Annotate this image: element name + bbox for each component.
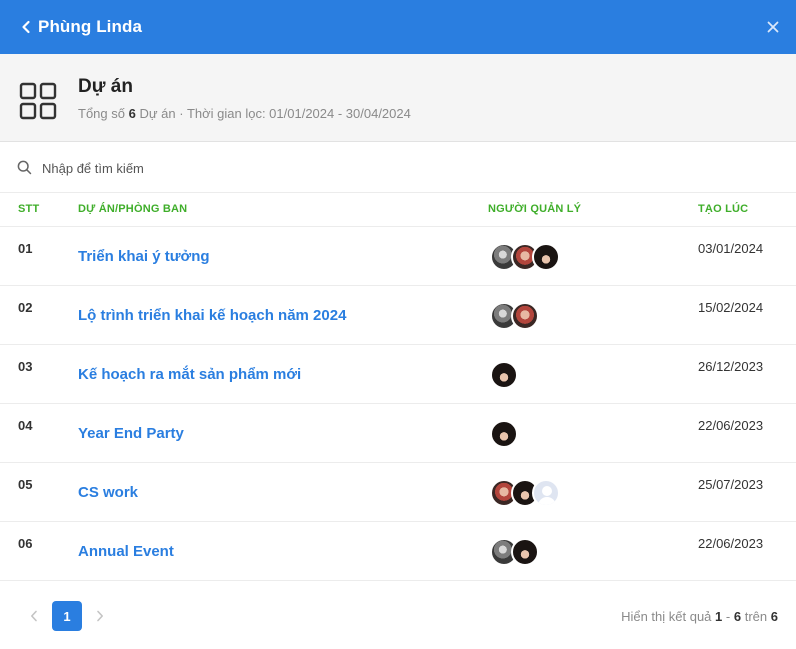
table-header: STT DỰ ÁN/PHÒNG BAN NGƯỜI QUẢN LÝ TẠO LÚ… xyxy=(0,193,796,227)
avatar[interactable] xyxy=(490,361,518,389)
pagination: 1 Hiển thị kết quả 1 - 6 trên 6 xyxy=(0,598,796,634)
project-name-link[interactable]: CS work xyxy=(78,484,138,501)
row-stt: 04 xyxy=(18,418,33,433)
result-separator: - xyxy=(725,609,731,624)
avatar[interactable] xyxy=(490,420,518,448)
row-created-date: 22/06/2023 xyxy=(698,418,764,433)
row-stt: 03 xyxy=(18,359,33,374)
search-bar xyxy=(0,143,796,193)
manager-avatars xyxy=(490,302,539,330)
row-stt: 02 xyxy=(18,300,33,315)
row-stt: 01 xyxy=(18,241,33,256)
total-suffix: Dự án · Thời gian lọc: 01/01/2024 - 30/0… xyxy=(139,106,411,121)
prev-page-button[interactable] xyxy=(27,607,41,625)
result-from: 1 xyxy=(715,609,723,624)
row-created-date: 15/02/2024 xyxy=(698,300,764,315)
table-row[interactable]: 05 CS work 25/07/2023 xyxy=(0,463,796,522)
project-name-link[interactable]: Annual Event xyxy=(78,543,174,560)
result-count: Hiển thị kết quả 1 - 6 trên 6 xyxy=(621,609,778,624)
next-page-button[interactable] xyxy=(93,607,107,625)
header-title: Phùng Linda xyxy=(38,17,143,36)
manager-avatars xyxy=(490,361,518,389)
avatar[interactable] xyxy=(532,243,560,271)
page-button-current[interactable]: 1 xyxy=(52,601,82,631)
table-row[interactable]: 02 Lộ trình triển khai kế hoạch năm 2024 1… xyxy=(0,286,796,345)
avatar[interactable] xyxy=(532,479,560,507)
result-to: 6 xyxy=(733,609,742,624)
row-created-date: 26/12/2023 xyxy=(698,359,764,374)
project-name-link[interactable]: Kế hoạch ra mắt sản phẩm mới xyxy=(78,366,301,383)
manager-avatars xyxy=(490,420,518,448)
close-icon xyxy=(767,21,779,33)
row-stt: 06 xyxy=(18,536,33,551)
row-created-date: 03/01/2024 xyxy=(698,241,764,256)
chevron-right-icon xyxy=(97,610,103,622)
result-total: 6 xyxy=(770,609,778,624)
close-button[interactable] xyxy=(766,17,780,37)
summary-subtitle: Tổng số 6 Dự án · Thời gian lọc: 01/01/2… xyxy=(78,106,411,121)
column-header-created: TẠO LÚC xyxy=(698,203,749,215)
back-button[interactable] xyxy=(18,19,34,35)
manager-avatars xyxy=(490,538,539,566)
manager-avatars xyxy=(490,479,560,507)
manager-avatars xyxy=(490,243,560,271)
table-row[interactable]: 01 Triển khai ý tưởng 03/01/2024 xyxy=(0,227,796,286)
project-summary: Dự án Tổng số 6 Dự án · Thời gian lọc: 0… xyxy=(0,54,796,142)
table-row[interactable]: 06 Annual Event 22/06/2023 xyxy=(0,522,796,581)
project-name-link[interactable]: Year End Party xyxy=(78,425,184,442)
row-stt: 05 xyxy=(18,477,33,492)
column-header-manager: NGƯỜI QUẢN LÝ xyxy=(488,203,582,215)
total-prefix: Tổng số xyxy=(78,106,125,121)
row-created-date: 22/06/2023 xyxy=(698,536,764,551)
chevron-left-icon xyxy=(22,20,30,34)
chevron-left-icon xyxy=(31,610,37,622)
result-of-label: trên xyxy=(744,609,768,624)
result-prefix: Hiển thị kết quả xyxy=(621,609,712,624)
grid-icon xyxy=(19,82,57,120)
table-row[interactable]: 04 Year End Party 22/06/2023 xyxy=(0,404,796,463)
table-row[interactable]: 03 Kế hoạch ra mắt sản phẩm mới 26/12/2023 xyxy=(0,345,796,404)
search-icon xyxy=(17,160,32,175)
total-count: 6 xyxy=(128,106,136,121)
project-name-link[interactable]: Lộ trình triển khai kế hoạch năm 2024 xyxy=(78,307,346,324)
avatar[interactable] xyxy=(511,302,539,330)
row-created-date: 25/07/2023 xyxy=(698,477,764,492)
modal-header: Phùng Linda xyxy=(0,0,796,54)
search-input[interactable] xyxy=(42,156,742,180)
column-header-stt: STT xyxy=(18,203,40,215)
avatar[interactable] xyxy=(511,538,539,566)
column-header-project: DỰ ÁN/PHÒNG BAN xyxy=(78,203,188,215)
project-name-link[interactable]: Triển khai ý tưởng xyxy=(78,248,210,265)
summary-title: Dự án xyxy=(78,76,133,97)
